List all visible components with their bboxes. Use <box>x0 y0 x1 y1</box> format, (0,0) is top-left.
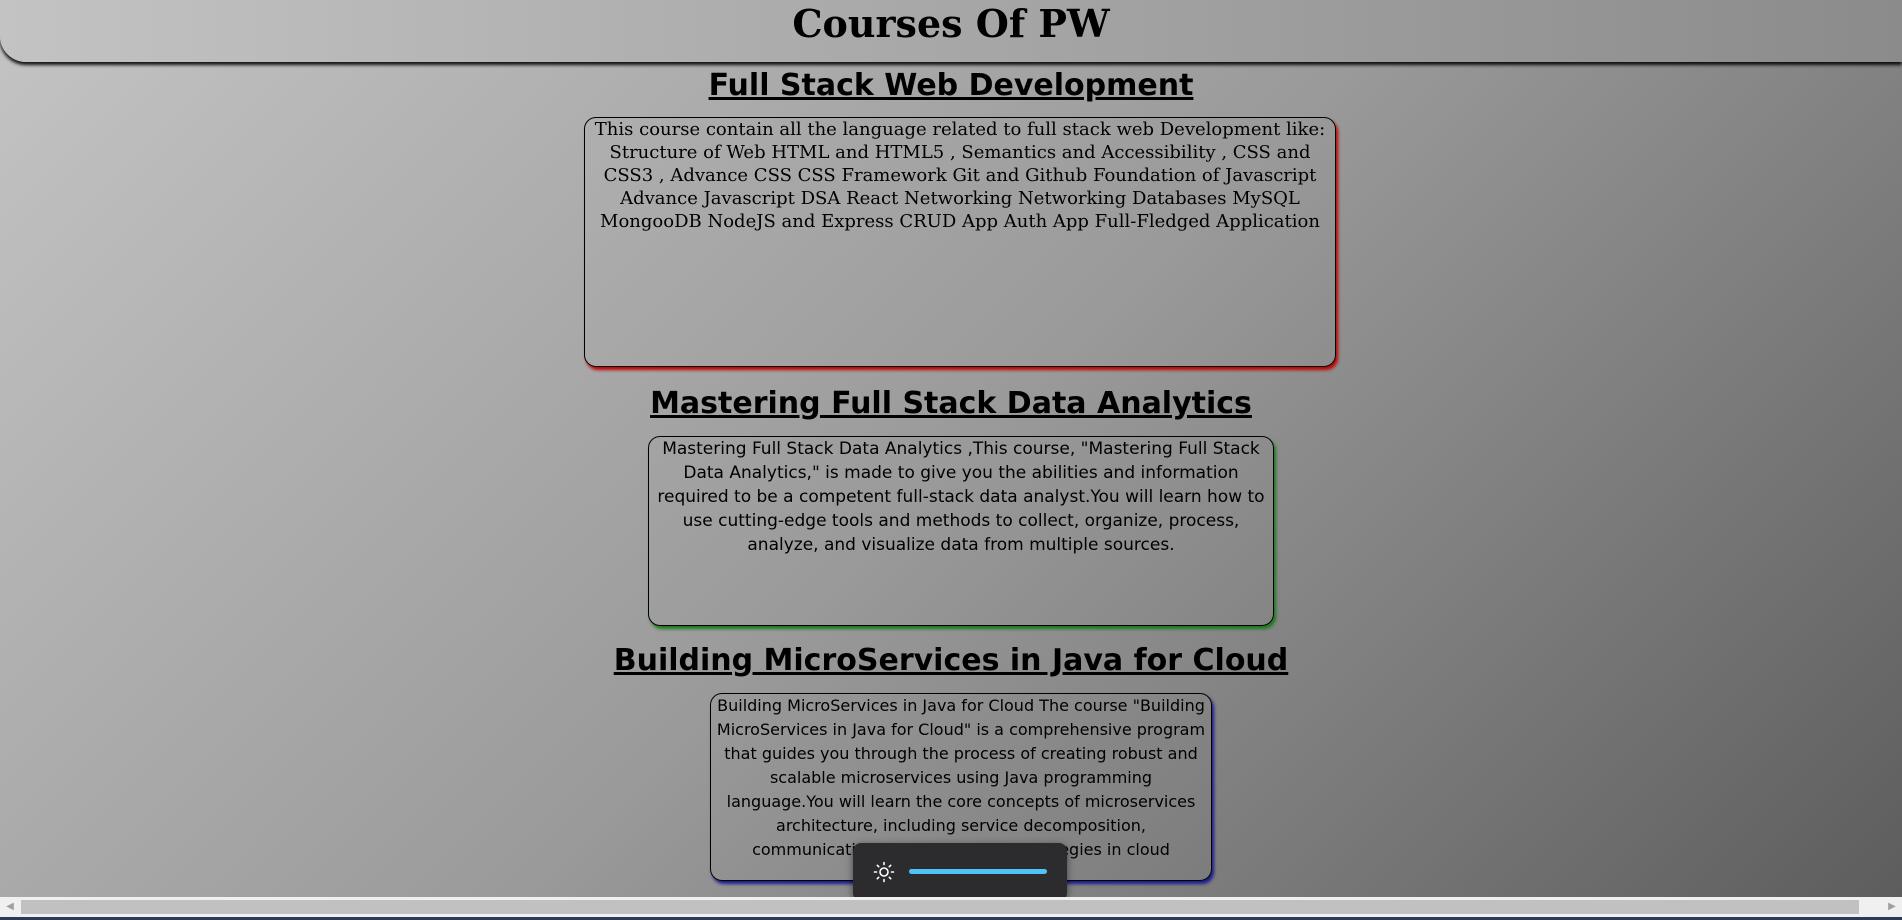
brightness-level-fill <box>909 869 1047 874</box>
page-title: Courses Of PW <box>792 1 1110 46</box>
scroll-right-arrow-icon[interactable]: ▶ <box>1882 897 1902 917</box>
course-card-data-analytics: Mastering Full Stack Data Analytics ,Thi… <box>648 436 1274 626</box>
brightness-slider[interactable] <box>909 869 1047 874</box>
horizontal-scrollbar[interactable]: ◀ ▶ <box>0 897 1902 917</box>
course-heading-data-analytics: Mastering Full Stack Data Analytics <box>650 386 1252 421</box>
page-header: Courses Of PW <box>0 0 1902 62</box>
scrollbar-thumb[interactable] <box>21 900 1859 914</box>
course-card-full-stack-web-development: This course contain all the language rel… <box>584 117 1336 367</box>
course-heading-java-microservices: Building MicroServices in Java for Cloud <box>613 643 1289 678</box>
sun-icon <box>873 861 895 883</box>
course-heading-full-stack-web-development: Full Stack Web Development <box>708 68 1194 103</box>
scroll-left-arrow-icon[interactable]: ◀ <box>0 897 20 917</box>
brightness-osd <box>853 843 1067 901</box>
